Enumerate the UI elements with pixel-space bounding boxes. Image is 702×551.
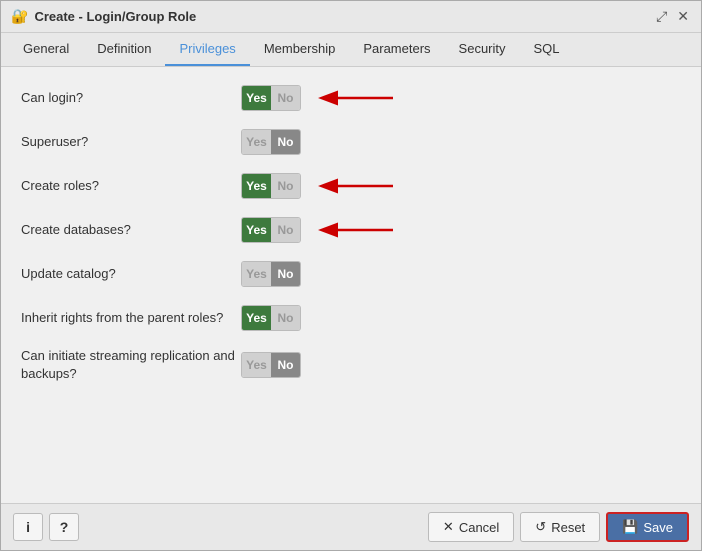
create-databases-yes[interactable]: Yes [242, 218, 271, 242]
superuser-toggle[interactable]: Yes No [241, 129, 301, 155]
streaming-replication-label: Can initiate streaming replication and b… [21, 347, 241, 383]
create-roles-no[interactable]: No [271, 174, 300, 198]
create-roles-arrow [313, 174, 403, 198]
create-databases-control: Yes No [241, 217, 403, 243]
inherit-rights-control: Yes No [241, 305, 301, 331]
close-button[interactable]: ✕ [675, 8, 691, 25]
update-catalog-row: Update catalog? Yes No [21, 259, 681, 289]
reset-label: Reset [551, 520, 585, 535]
tab-parameters[interactable]: Parameters [349, 33, 444, 66]
footer-right: ✕ Cancel ↺ Reset 💾 Save [428, 512, 689, 542]
info-button[interactable]: i [13, 513, 43, 541]
privileges-content: Can login? Yes No [1, 67, 701, 503]
superuser-no[interactable]: No [271, 130, 300, 154]
tab-definition[interactable]: Definition [83, 33, 165, 66]
superuser-row: Superuser? Yes No [21, 127, 681, 157]
inherit-rights-row: Inherit rights from the parent roles? Ye… [21, 303, 681, 333]
create-roles-control: Yes No [241, 173, 403, 199]
create-databases-arrow [313, 218, 403, 242]
tab-bar: General Definition Privileges Membership… [1, 33, 701, 67]
streaming-replication-row: Can initiate streaming replication and b… [21, 347, 681, 383]
streaming-replication-yes[interactable]: Yes [242, 353, 271, 377]
maximize-button[interactable]: ⤢ [654, 8, 669, 25]
can-login-label: Can login? [21, 89, 241, 107]
inherit-rights-toggle[interactable]: Yes No [241, 305, 301, 331]
streaming-replication-no[interactable]: No [271, 353, 300, 377]
create-databases-label: Create databases? [21, 221, 241, 239]
superuser-control: Yes No [241, 129, 301, 155]
title-bar-controls: ⤢ ✕ [654, 8, 691, 25]
create-databases-no[interactable]: No [271, 218, 300, 242]
create-roles-toggle[interactable]: Yes No [241, 173, 301, 199]
tab-general[interactable]: General [9, 33, 83, 66]
can-login-toggle[interactable]: Yes No [241, 85, 301, 111]
create-roles-yes[interactable]: Yes [242, 174, 271, 198]
create-roles-row: Create roles? Yes No [21, 171, 681, 201]
dialog: 🔐 Create - Login/Group Role ⤢ ✕ General … [0, 0, 702, 551]
streaming-replication-toggle[interactable]: Yes No [241, 352, 301, 378]
superuser-label: Superuser? [21, 133, 241, 151]
tab-sql[interactable]: SQL [520, 33, 574, 66]
tab-membership[interactable]: Membership [250, 33, 350, 66]
update-catalog-label: Update catalog? [21, 265, 241, 283]
update-catalog-no[interactable]: No [271, 262, 300, 286]
update-catalog-yes[interactable]: Yes [242, 262, 271, 286]
footer: i ? ✕ Cancel ↺ Reset 💾 Save [1, 503, 701, 550]
can-login-row: Can login? Yes No [21, 83, 681, 113]
update-catalog-toggle[interactable]: Yes No [241, 261, 301, 287]
save-icon: 💾 [622, 519, 638, 535]
cancel-icon: ✕ [443, 519, 454, 535]
inherit-rights-yes[interactable]: Yes [242, 306, 271, 330]
reset-icon: ↺ [535, 519, 546, 535]
streaming-replication-control: Yes No [241, 352, 301, 378]
footer-left: i ? [13, 513, 79, 541]
create-roles-label: Create roles? [21, 177, 241, 195]
inherit-rights-label: Inherit rights from the parent roles? [21, 309, 241, 327]
create-databases-row: Create databases? Yes No [21, 215, 681, 245]
save-label: Save [643, 520, 673, 535]
update-catalog-control: Yes No [241, 261, 301, 287]
title-bar: 🔐 Create - Login/Group Role ⤢ ✕ [1, 1, 701, 33]
save-button[interactable]: 💾 Save [606, 512, 689, 542]
can-login-yes[interactable]: Yes [242, 86, 271, 110]
inherit-rights-no[interactable]: No [271, 306, 300, 330]
help-button[interactable]: ? [49, 513, 79, 541]
cancel-button[interactable]: ✕ Cancel [428, 512, 514, 542]
dialog-icon: 🔐 [11, 8, 28, 25]
dialog-title: Create - Login/Group Role [34, 9, 648, 24]
create-databases-toggle[interactable]: Yes No [241, 217, 301, 243]
can-login-arrow [313, 86, 403, 110]
superuser-yes[interactable]: Yes [242, 130, 271, 154]
can-login-no[interactable]: No [271, 86, 300, 110]
tab-privileges[interactable]: Privileges [165, 33, 249, 66]
tab-security[interactable]: Security [445, 33, 520, 66]
can-login-control: Yes No [241, 85, 403, 111]
cancel-label: Cancel [459, 520, 499, 535]
reset-button[interactable]: ↺ Reset [520, 512, 600, 542]
